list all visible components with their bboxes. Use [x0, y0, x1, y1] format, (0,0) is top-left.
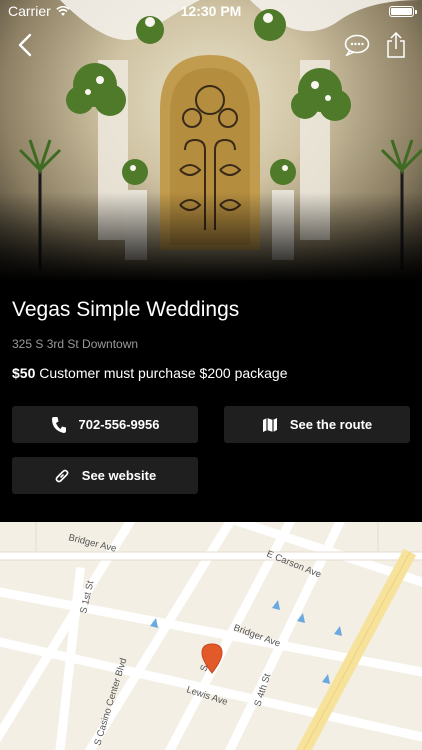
carrier-label: Carrier	[8, 3, 51, 19]
chat-bubble-icon	[344, 34, 370, 56]
link-icon	[55, 469, 69, 482]
phone-icon	[51, 416, 66, 433]
route-label: See the route	[289, 417, 373, 432]
call-button[interactable]: 702-556-9956	[12, 406, 198, 443]
venue-address: 325 S 3rd St Downtown	[12, 337, 139, 351]
location-pin-icon[interactable]	[200, 642, 224, 674]
battery-icon	[389, 5, 417, 17]
price-info: $50 Customer must purchase $200 package	[12, 365, 288, 381]
wifi-icon	[56, 5, 70, 16]
route-button[interactable]: See the route	[224, 406, 410, 443]
chevron-left-icon	[18, 33, 32, 57]
venue-name: Vegas Simple Weddings	[12, 298, 240, 321]
back-button[interactable]	[8, 28, 42, 62]
share-button[interactable]	[379, 28, 413, 62]
website-label: See website	[81, 468, 157, 483]
chat-button[interactable]	[340, 28, 374, 62]
status-bar: Carrier 12:30 PM	[0, 0, 422, 22]
share-icon	[387, 32, 405, 58]
location-map[interactable]: Bridger Ave E Carson Ave S 1st St Bridge…	[0, 522, 422, 750]
phone-number: 702-556-9956	[78, 417, 160, 432]
website-button[interactable]: See website	[12, 457, 198, 494]
price-note: Customer must purchase $200 package	[35, 365, 288, 381]
carrier-group: Carrier	[8, 3, 70, 19]
image-fade	[0, 192, 422, 282]
map-icon	[262, 417, 277, 432]
map-tiles: Bridger Ave E Carson Ave S 1st St Bridge…	[0, 522, 422, 750]
price-value: $50	[12, 365, 36, 381]
